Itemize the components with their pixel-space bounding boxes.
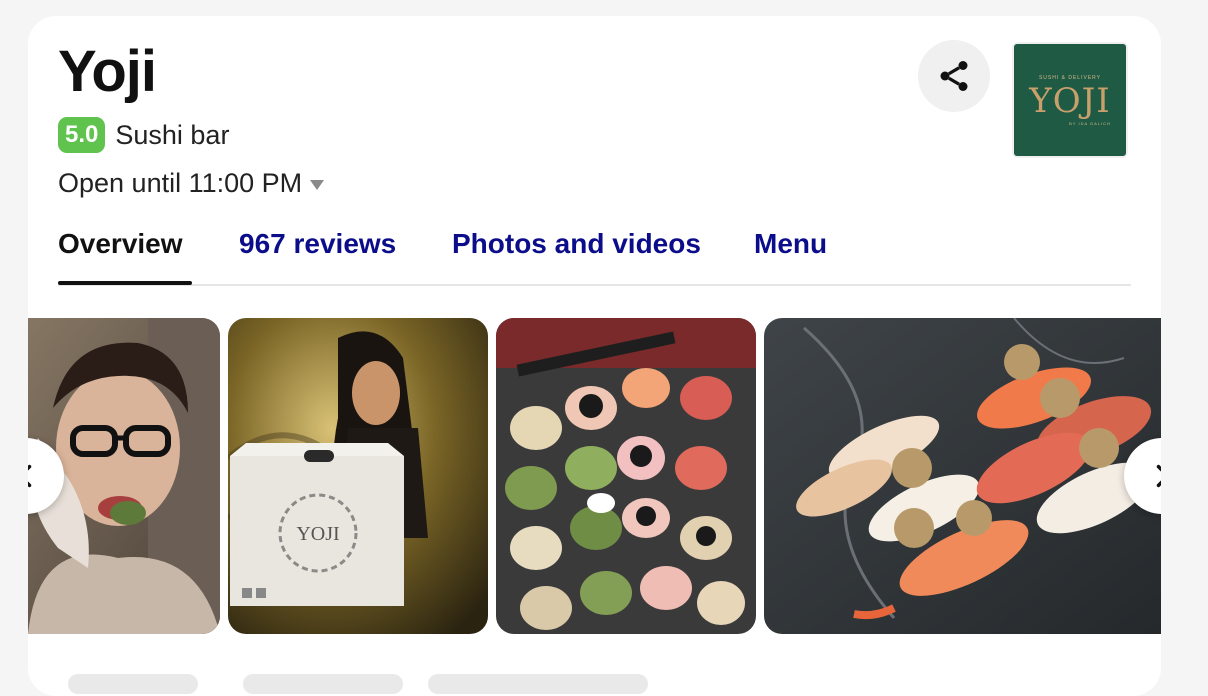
chip-placeholder[interactable] bbox=[243, 674, 403, 694]
photo-carousel: YOJI bbox=[28, 318, 1161, 634]
logo-wordmark: YOJI bbox=[1029, 80, 1111, 121]
rating-row: 5.0 Sushi bar bbox=[58, 117, 229, 153]
active-tab-indicator bbox=[58, 281, 192, 285]
place-logo[interactable]: SUSHI & DELIVERY YOJI BY IDA GALICH bbox=[1012, 42, 1128, 158]
hours-dropdown[interactable]: Open until 11:00 PM bbox=[58, 168, 325, 199]
photo-sushi-rolls[interactable] bbox=[496, 318, 756, 634]
place-title: Yoji bbox=[58, 39, 157, 104]
tab-menu[interactable]: Menu bbox=[754, 226, 827, 286]
chevron-right-icon bbox=[1156, 464, 1161, 488]
share-icon bbox=[940, 61, 968, 91]
tab-bar: Overview 967 reviews Photos and videos M… bbox=[58, 226, 1131, 286]
caret-down-icon bbox=[310, 180, 325, 190]
chip-placeholder[interactable] bbox=[68, 674, 198, 694]
tab-photos-and-videos[interactable]: Photos and videos bbox=[452, 226, 701, 286]
place-category: Sushi bar bbox=[115, 119, 230, 150]
tab-reviews[interactable]: 967 reviews bbox=[239, 226, 396, 286]
share-button[interactable] bbox=[918, 40, 990, 112]
logo-byline: BY IDA GALICH bbox=[1069, 120, 1111, 126]
hours-text: Open until 11:00 PM bbox=[58, 168, 303, 198]
photo-woman-with-box[interactable]: YOJI bbox=[228, 318, 488, 634]
logo-image: SUSHI & DELIVERY YOJI BY IDA GALICH bbox=[1014, 44, 1126, 156]
chip-placeholder[interactable] bbox=[428, 674, 648, 694]
logo-tagline: SUSHI & DELIVERY bbox=[1038, 74, 1102, 81]
place-card: Yoji 5.0 Sushi bar Open until 11:00 PM S… bbox=[28, 16, 1161, 696]
chevron-left-icon bbox=[28, 464, 32, 488]
tab-overview[interactable]: Overview bbox=[58, 226, 183, 286]
photo-nigiri-truffle[interactable] bbox=[764, 318, 1161, 634]
svg-text:YOJI: YOJI bbox=[296, 523, 339, 545]
rating-badge: 5.0 bbox=[58, 117, 106, 153]
